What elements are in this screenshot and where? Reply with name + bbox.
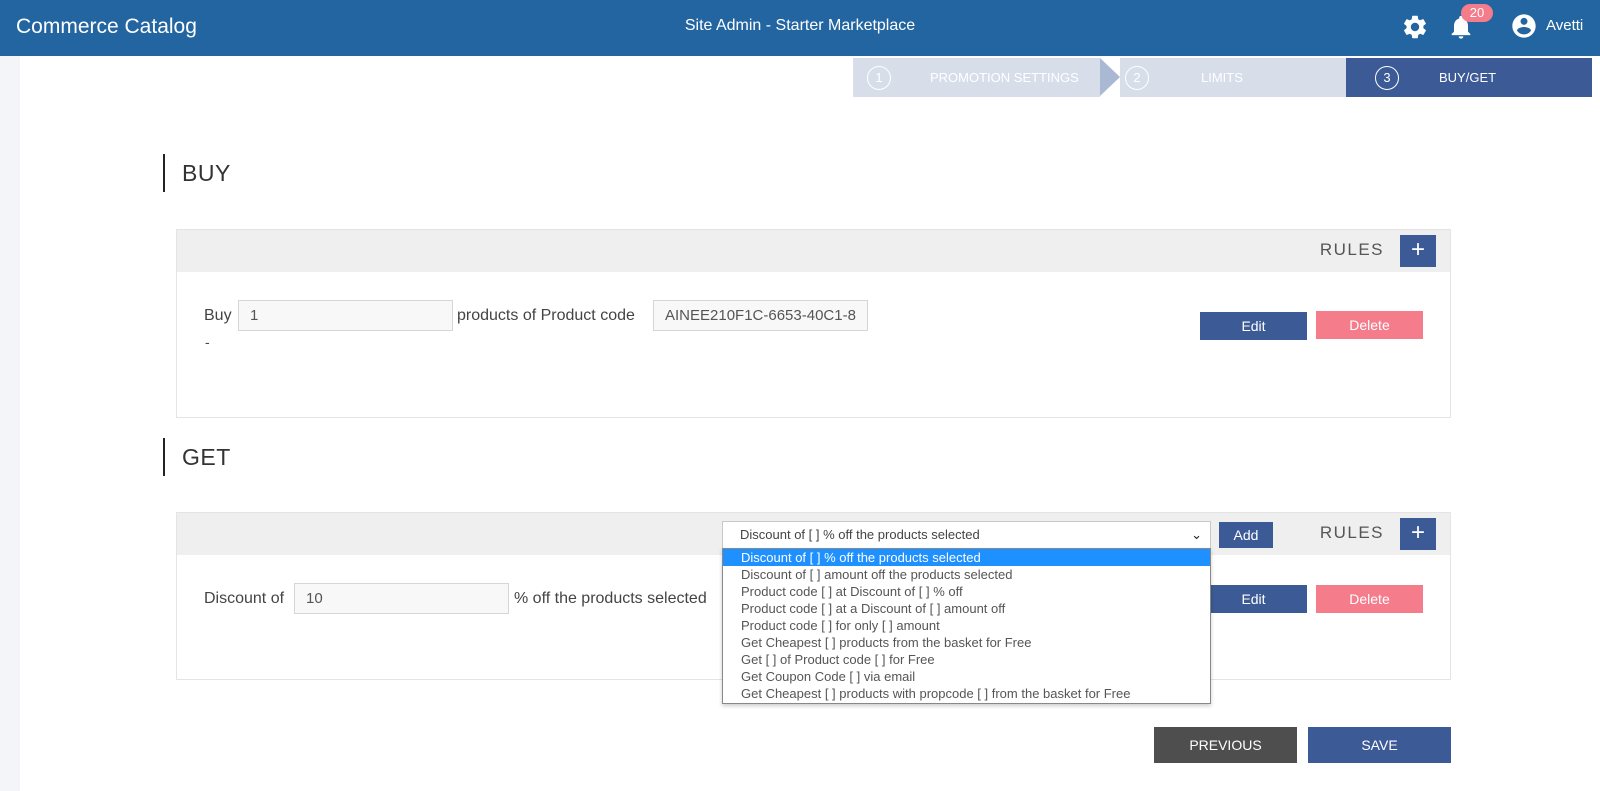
dropdown-option[interactable]: Product code [ ] for only [ ] amount <box>723 617 1210 634</box>
buy-rule-note: - <box>205 334 210 350</box>
step-arrow <box>1100 58 1120 96</box>
buy-rule-middle-text: products of Product code <box>457 307 635 324</box>
dropdown-option[interactable]: Discount of [ ] % off the products selec… <box>723 549 1210 566</box>
rules-label: RULES <box>1319 523 1384 542</box>
step-number: 1 <box>867 66 891 90</box>
dropdown-option[interactable]: Product code [ ] at Discount of [ ] % of… <box>723 583 1210 600</box>
step-label: PROMOTION SETTINGS <box>930 70 1079 85</box>
buy-rule-prefix: Buy <box>204 307 232 324</box>
add-rule-button[interactable]: Add <box>1219 522 1273 548</box>
rule-type-select[interactable]: Discount of [ ] % off the products selec… <box>722 521 1211 549</box>
buy-delete-button[interactable]: Delete <box>1316 311 1423 339</box>
rules-label: RULES <box>1319 240 1384 259</box>
rule-type-dropdown: Discount of [ ] % off the products selec… <box>722 548 1211 704</box>
dropdown-option[interactable]: Get [ ] of Product code [ ] for Free <box>723 651 1210 668</box>
step-buy-get[interactable]: 3 BUY/GET <box>1346 58 1592 97</box>
step-number: 2 <box>1125 66 1149 90</box>
step-label: LIMITS <box>1201 70 1243 85</box>
step-label: BUY/GET <box>1439 70 1497 85</box>
previous-button[interactable]: PREVIOUS <box>1154 727 1297 763</box>
get-rule-prefix: Discount of <box>204 590 285 607</box>
step-promotion-settings[interactable]: 1 PROMOTION SETTINGS <box>853 58 1100 97</box>
get-rule-suffix: % off the products selected <box>514 590 707 607</box>
add-buy-rule-button[interactable]: + <box>1400 235 1436 267</box>
gear-icon[interactable] <box>1401 13 1429 41</box>
add-get-rule-button[interactable]: + <box>1400 518 1436 550</box>
buy-quantity-input[interactable]: 1 <box>238 300 453 331</box>
dropdown-option[interactable]: Discount of [ ] amount off the products … <box>723 566 1210 583</box>
get-edit-button[interactable]: Edit <box>1200 585 1307 613</box>
user-avatar-icon[interactable] <box>1510 12 1538 40</box>
save-button[interactable]: SAVE <box>1308 727 1451 763</box>
dropdown-option[interactable]: Get Cheapest [ ] products from the baske… <box>723 634 1210 651</box>
site-title: Site Admin - Starter Marketplace <box>684 17 916 34</box>
get-section-title: GET <box>163 438 231 476</box>
dropdown-option[interactable]: Product code [ ] at a Discount of [ ] am… <box>723 600 1210 617</box>
left-rail <box>0 56 20 791</box>
chevron-down-icon: ⌄ <box>1191 527 1202 542</box>
buy-section-title: BUY <box>163 154 231 192</box>
get-delete-button[interactable]: Delete <box>1316 585 1423 613</box>
dropdown-option[interactable]: Get Cheapest [ ] products with propcode … <box>723 685 1210 702</box>
notification-badge[interactable]: 20 <box>1461 4 1493 22</box>
product-code-input[interactable]: AINEE210F1C-6653-40C1-8 <box>653 300 868 331</box>
user-name[interactable]: Avetti <box>1546 17 1583 34</box>
buy-edit-button[interactable]: Edit <box>1200 312 1307 340</box>
rule-type-select-value: Discount of [ ] % off the products selec… <box>740 527 980 542</box>
step-number: 3 <box>1375 66 1399 90</box>
dropdown-option[interactable]: Get Coupon Code [ ] via email <box>723 668 1210 685</box>
step-limits[interactable]: 2 LIMITS <box>1120 58 1346 97</box>
wizard-steps: 1 PROMOTION SETTINGS 2 LIMITS 3 BUY/GET <box>853 58 1592 97</box>
discount-value-input[interactable]: 10 <box>294 583 509 614</box>
buy-rules-header: RULES + <box>177 230 1450 272</box>
top-bar: Commerce Catalog Site Admin - Starter Ma… <box>0 0 1600 56</box>
